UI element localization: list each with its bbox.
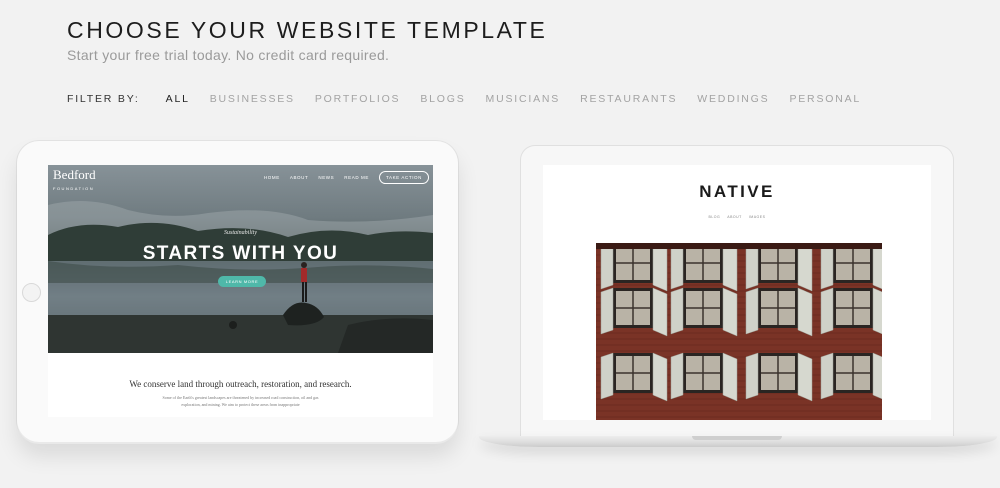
filter-restaurants[interactable]: RESTAURANTS — [580, 93, 677, 105]
template-card-native[interactable]: NATIVE BLOG ABOUT IMAGES — [521, 146, 953, 436]
template-gallery-page: CHOOSE YOUR WEBSITE TEMPLATE Start your … — [0, 0, 1000, 488]
bedford-logo-subtext: FOUNDATION — [53, 186, 95, 191]
filter-musicians[interactable]: MUSICIANS — [486, 93, 561, 105]
bedford-logo-text: Bedford — [53, 167, 96, 182]
laptop-notch — [692, 436, 782, 440]
filter-blogs[interactable]: BLOGS — [420, 93, 465, 105]
bedford-nav-read-me: READ ME — [344, 175, 369, 180]
page-title: CHOOSE YOUR WEBSITE TEMPLATE — [67, 17, 548, 43]
bedford-cta-button: TAKE ACTION — [378, 171, 429, 184]
native-nav: BLOG ABOUT IMAGES — [543, 215, 931, 219]
template-card-bedford[interactable]: Bedford FOUNDATION HOME ABOUT NEWS READ … — [17, 141, 458, 442]
bedford-nav-about: ABOUT — [289, 175, 309, 180]
tablet-home-button — [22, 283, 41, 302]
native-preview: NATIVE BLOG ABOUT IMAGES — [543, 165, 931, 420]
bedford-headline: STARTS WITH YOU — [142, 243, 339, 264]
native-nav-about: ABOUT — [727, 215, 742, 219]
bedford-nav: HOME ABOUT NEWS READ ME TAKE ACTION — [264, 171, 429, 184]
native-nav-images: IMAGES — [748, 215, 766, 219]
bedford-preview: Bedford FOUNDATION HOME ABOUT NEWS READ … — [48, 165, 433, 417]
bedford-tagline: We conserve land through outreach, resto… — [129, 379, 352, 389]
bedford-paragraph: Some of the Earth's greatest landscapes … — [162, 395, 319, 407]
filter-weddings[interactable]: WEDDINGS — [697, 93, 769, 105]
filter-personal[interactable]: PERSONAL — [789, 93, 861, 105]
native-nav-blog: BLOG — [708, 215, 721, 219]
brick-building-image — [596, 243, 882, 420]
native-title: NATIVE — [699, 182, 775, 201]
filter-portfolios[interactable]: PORTFOLIOS — [315, 93, 401, 105]
bedford-kicker: Sustainability — [224, 230, 257, 236]
filter-businesses[interactable]: BUSINESSES — [210, 93, 295, 105]
filter-label: FILTER BY: — [67, 93, 140, 105]
filter-all[interactable]: ALL — [166, 93, 190, 105]
filter-bar: FILTER BY: ALL BUSINESSES PORTFOLIOS BLO… — [67, 93, 881, 105]
building-windows-graphic — [596, 243, 882, 420]
bedford-nav-news: NEWS — [318, 175, 335, 180]
bedford-logo: Bedford FOUNDATION — [53, 167, 96, 195]
bedford-nav-home: HOME — [263, 175, 280, 180]
bedford-learn-more-button: LEARN MORE — [218, 276, 266, 287]
bedford-hero-image: Bedford FOUNDATION HOME ABOUT NEWS READ … — [48, 165, 433, 353]
page-subtitle: Start your free trial today. No credit c… — [67, 47, 390, 63]
